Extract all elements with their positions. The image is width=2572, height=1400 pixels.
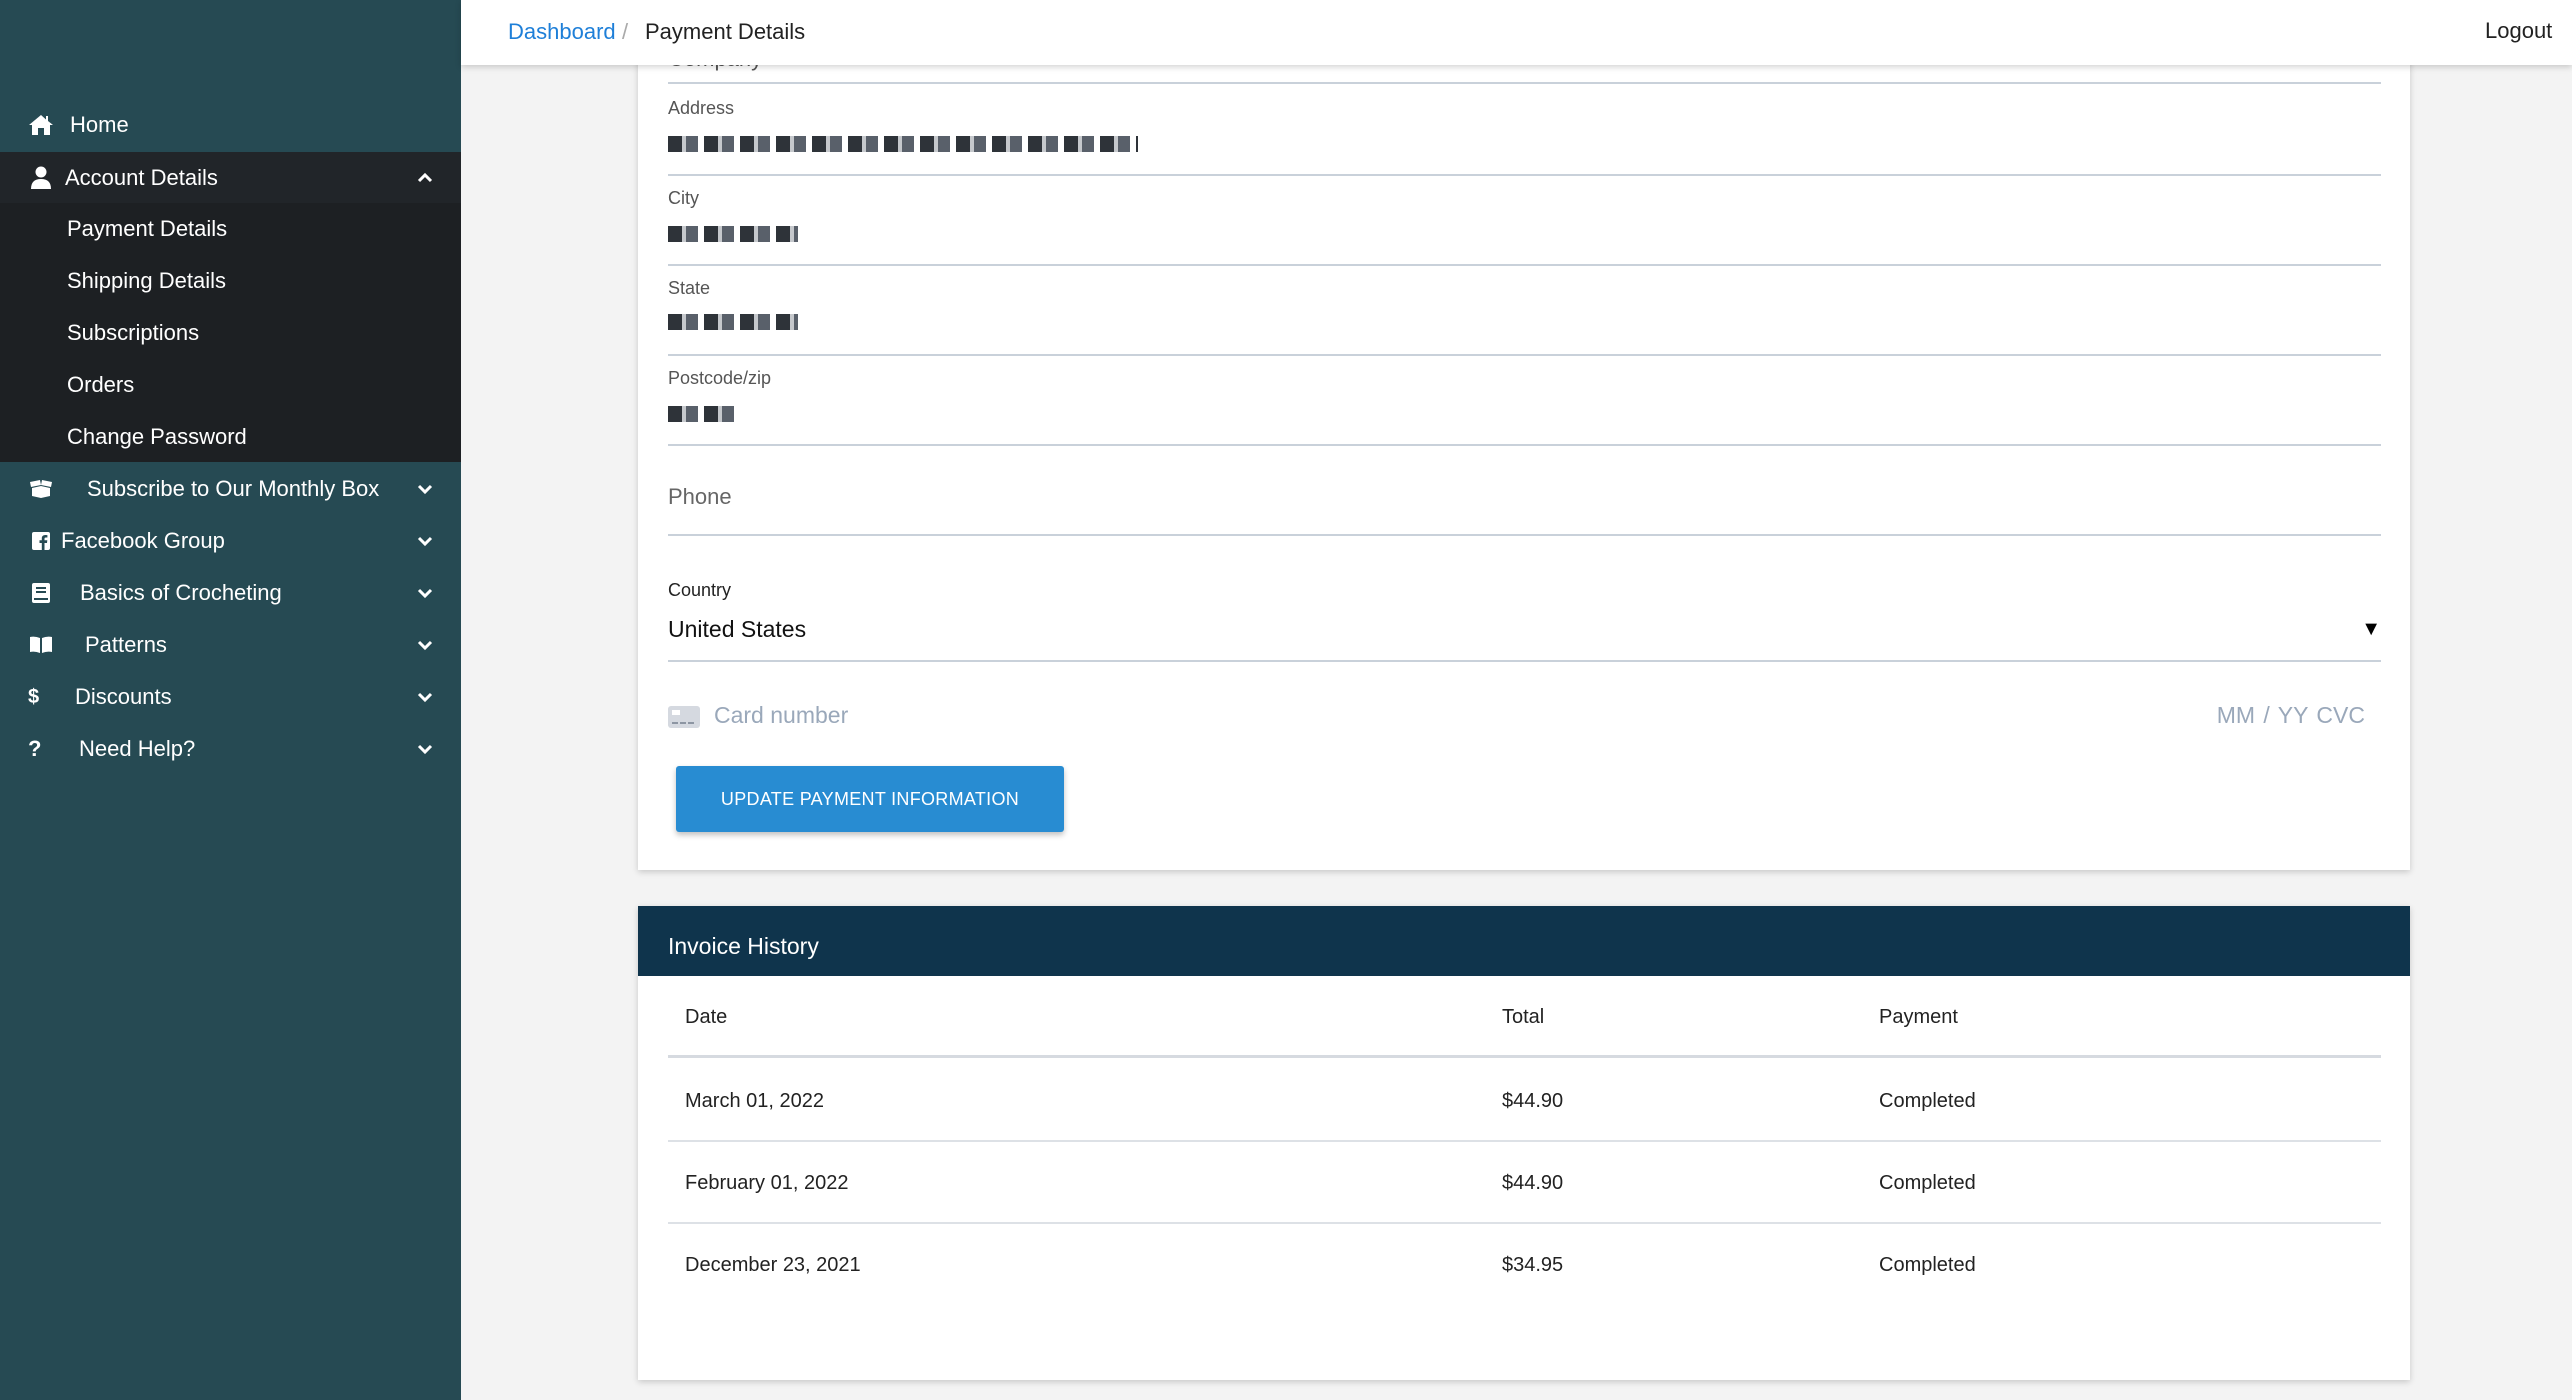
- sidebar-item-label: Account Details: [65, 165, 218, 190]
- invoice-total: $34.95: [1502, 1254, 1564, 1276]
- invoice-date: March 01, 2022: [685, 1090, 824, 1112]
- question-icon: ?: [28, 736, 42, 761]
- invoice-date: February 01, 2022: [685, 1172, 849, 1194]
- postcode-label: Postcode/zip: [668, 368, 772, 388]
- sidebar-item-need-help[interactable]: ? Need Help?: [0, 723, 461, 775]
- state-value-redacted: [668, 314, 798, 330]
- sidebar-item-discounts[interactable]: $ Discounts: [0, 671, 461, 723]
- card-number-placeholder[interactable]: Card number: [714, 702, 848, 729]
- address-field[interactable]: Address: [668, 84, 2381, 176]
- table-row: December 23, 2021 $34.95 Completed: [668, 1224, 2381, 1306]
- sidebar-item-label: Subscribe to Our Monthly Box: [87, 476, 380, 501]
- chevron-down-icon[interactable]: [415, 531, 435, 551]
- sidebar-item-label: Home: [70, 112, 129, 137]
- chevron-down-icon[interactable]: [415, 583, 435, 603]
- payment-details-card: Company Address City State Postcode/zip …: [638, 0, 2410, 870]
- column-header-date: Date: [685, 1006, 728, 1028]
- account-details-submenu: Payment Details Shipping Details Subscri…: [0, 203, 461, 462]
- sidebar-subitem-subscriptions[interactable]: Subscriptions: [67, 307, 199, 359]
- home-icon: [28, 112, 54, 138]
- city-value-redacted: [668, 226, 798, 242]
- sidebar-subitem-change-password[interactable]: Change Password: [67, 411, 247, 463]
- sidebar-item-label: Patterns: [85, 632, 167, 657]
- address-value-redacted: [668, 136, 1138, 152]
- invoice-history-card: Invoice History Date Total Payment March…: [638, 906, 2410, 1380]
- state-label: State: [668, 278, 711, 298]
- dollar-icon: $: [28, 685, 40, 708]
- top-bar: Dashboard / Payment Details Logout: [461, 0, 2572, 65]
- invoice-payment-status: Completed: [1879, 1172, 1976, 1194]
- sidebar-subitem-orders[interactable]: Orders: [67, 359, 134, 411]
- breadcrumb-dashboard-link[interactable]: Dashboard: [508, 19, 616, 45]
- breadcrumb-current: Payment Details: [645, 19, 806, 44]
- sidebar-item-basics-of-crocheting[interactable]: Basics of Crocheting: [0, 567, 461, 619]
- postcode-field[interactable]: Postcode/zip: [668, 356, 2381, 446]
- card-expiry-cvc-placeholder[interactable]: MM / YY CVC: [2217, 702, 2365, 729]
- book-icon: [28, 580, 54, 606]
- chevron-down-icon[interactable]: [415, 635, 435, 655]
- card-input[interactable]: Card number MM / YY CVC: [668, 700, 2381, 740]
- column-header-total: Total: [1502, 1006, 1545, 1028]
- user-icon: [28, 165, 54, 191]
- sidebar-item-home[interactable]: Home: [0, 99, 461, 151]
- invoice-total: $44.90: [1502, 1172, 1564, 1194]
- phone-field[interactable]: Phone: [668, 446, 2381, 536]
- chevron-up-icon[interactable]: [415, 168, 435, 188]
- column-header-payment: Payment: [1879, 1006, 1958, 1028]
- city-field[interactable]: City: [668, 176, 2381, 266]
- sidebar-item-label: Discounts: [75, 684, 172, 709]
- invoice-history-title: Invoice History: [638, 906, 2410, 976]
- country-select[interactable]: Country United States ▼: [668, 566, 2381, 662]
- table-row: March 01, 2022 $44.90 Completed: [668, 1060, 2381, 1142]
- box-open-icon: [28, 476, 54, 502]
- update-payment-button[interactable]: UPDATE PAYMENT INFORMATION: [676, 766, 1064, 832]
- country-selected-value[interactable]: United States: [668, 616, 806, 643]
- chevron-down-icon[interactable]: [415, 479, 435, 499]
- facebook-icon: [28, 528, 54, 554]
- dropdown-arrow-icon[interactable]: ▼: [2361, 618, 2381, 641]
- sidebar-item-monthly-box[interactable]: Subscribe to Our Monthly Box: [0, 463, 461, 515]
- sidebar-item-patterns[interactable]: Patterns: [0, 619, 461, 671]
- address-label: Address: [668, 98, 735, 118]
- invoice-payment-status: Completed: [1879, 1090, 1976, 1112]
- chevron-down-icon[interactable]: [415, 687, 435, 707]
- invoice-payment-status: Completed: [1879, 1254, 1976, 1276]
- book-open-icon: [28, 632, 54, 658]
- chevron-down-icon[interactable]: [415, 739, 435, 759]
- country-label: Country: [668, 580, 732, 600]
- logout-link[interactable]: Logout: [2485, 18, 2552, 44]
- invoice-date: December 23, 2021: [685, 1254, 861, 1276]
- invoice-total: $44.90: [1502, 1090, 1564, 1112]
- credit-card-icon: [668, 706, 700, 728]
- state-field[interactable]: State: [668, 266, 2381, 356]
- sidebar-item-facebook-group[interactable]: Facebook Group: [0, 515, 461, 567]
- sidebar-subitem-payment-details[interactable]: Payment Details: [67, 203, 227, 255]
- sidebar-subitem-shipping-details[interactable]: Shipping Details: [67, 255, 226, 307]
- sidebar: Home Account Details Payment Details Shi…: [0, 0, 461, 1400]
- phone-placeholder: Phone: [668, 484, 732, 509]
- sidebar-item-label: Facebook Group: [61, 528, 225, 553]
- sidebar-item-label: Basics of Crocheting: [80, 580, 282, 605]
- sidebar-item-label: Need Help?: [79, 736, 196, 761]
- table-header-row: Date Total Payment: [668, 976, 2381, 1058]
- breadcrumb-separator: /: [622, 19, 629, 44]
- table-row: February 01, 2022 $44.90 Completed: [668, 1142, 2381, 1224]
- postcode-value-redacted: [668, 406, 734, 422]
- city-label: City: [668, 188, 699, 208]
- sidebar-item-account-details[interactable]: Account Details: [0, 152, 461, 204]
